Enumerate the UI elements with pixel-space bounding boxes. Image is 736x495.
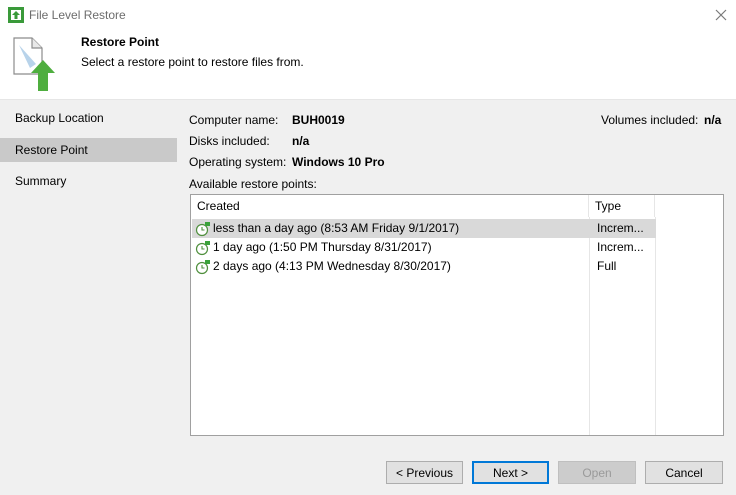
app-icon <box>8 7 24 23</box>
wizard-header: Restore Point Select a restore point to … <box>0 30 736 99</box>
column-header-created[interactable]: Created <box>191 195 589 217</box>
restore-point-clock-icon <box>195 240 211 256</box>
window-title: File Level Restore <box>29 8 126 22</box>
computer-name-value: BUH0019 <box>292 113 345 127</box>
restore-point-created: 2 days ago (4:13 PM Wednesday 8/30/2017) <box>213 259 451 273</box>
sidebar-item-summary[interactable]: Summary <box>0 169 177 193</box>
restore-point-type: Increm... <box>597 221 644 235</box>
list-item[interactable]: 2 days ago (4:13 PM Wednesday 8/30/2017)… <box>192 257 656 276</box>
restore-point-created: 1 day ago (1:50 PM Thursday 8/31/2017) <box>213 240 432 254</box>
computer-name-label: Computer name: <box>189 113 279 127</box>
page-title: Restore Point <box>81 35 160 49</box>
restore-point-clock-icon <box>195 259 211 275</box>
close-button[interactable] <box>710 5 732 25</box>
cancel-button[interactable]: Cancel <box>645 461 723 484</box>
sidebar-item-restore-point[interactable]: Restore Point <box>0 138 177 162</box>
volumes-included-label: Volumes included: <box>601 113 699 127</box>
wizard-sidebar: Backup Location Restore Point Summary <box>0 100 177 450</box>
open-button[interactable]: Open <box>558 461 636 484</box>
restore-point-created: less than a day ago (8:53 AM Friday 9/1/… <box>213 221 460 235</box>
sidebar-item-backup-location[interactable]: Backup Location <box>0 106 177 130</box>
disks-included-value: n/a <box>292 134 310 148</box>
restore-point-type: Increm... <box>597 240 644 254</box>
restore-file-icon <box>10 34 56 92</box>
page-subtitle: Select a restore point to restore files … <box>81 55 304 69</box>
close-icon <box>715 9 727 21</box>
volumes-included-value: n/a <box>704 113 722 127</box>
title-bar: File Level Restore <box>0 0 736 30</box>
operating-system-label: Operating system: <box>189 155 287 169</box>
list-item[interactable]: 1 day ago (1:50 PM Thursday 8/31/2017) I… <box>192 238 656 257</box>
restore-point-type: Full <box>597 259 617 273</box>
disks-included-label: Disks included: <box>189 134 270 148</box>
next-button[interactable]: Next > <box>472 461 549 484</box>
available-restore-points-label: Available restore points: <box>189 177 317 191</box>
restore-points-list[interactable]: Created Type less than a day ago (8:53 A… <box>190 194 724 436</box>
list-item[interactable]: less than a day ago (8:53 AM Friday 9/1/… <box>192 219 656 238</box>
column-header-type[interactable]: Type <box>589 195 655 217</box>
restore-point-clock-icon <box>195 221 211 237</box>
previous-button[interactable]: < Previous <box>386 461 463 484</box>
operating-system-value: Windows 10 Pro <box>292 155 385 169</box>
